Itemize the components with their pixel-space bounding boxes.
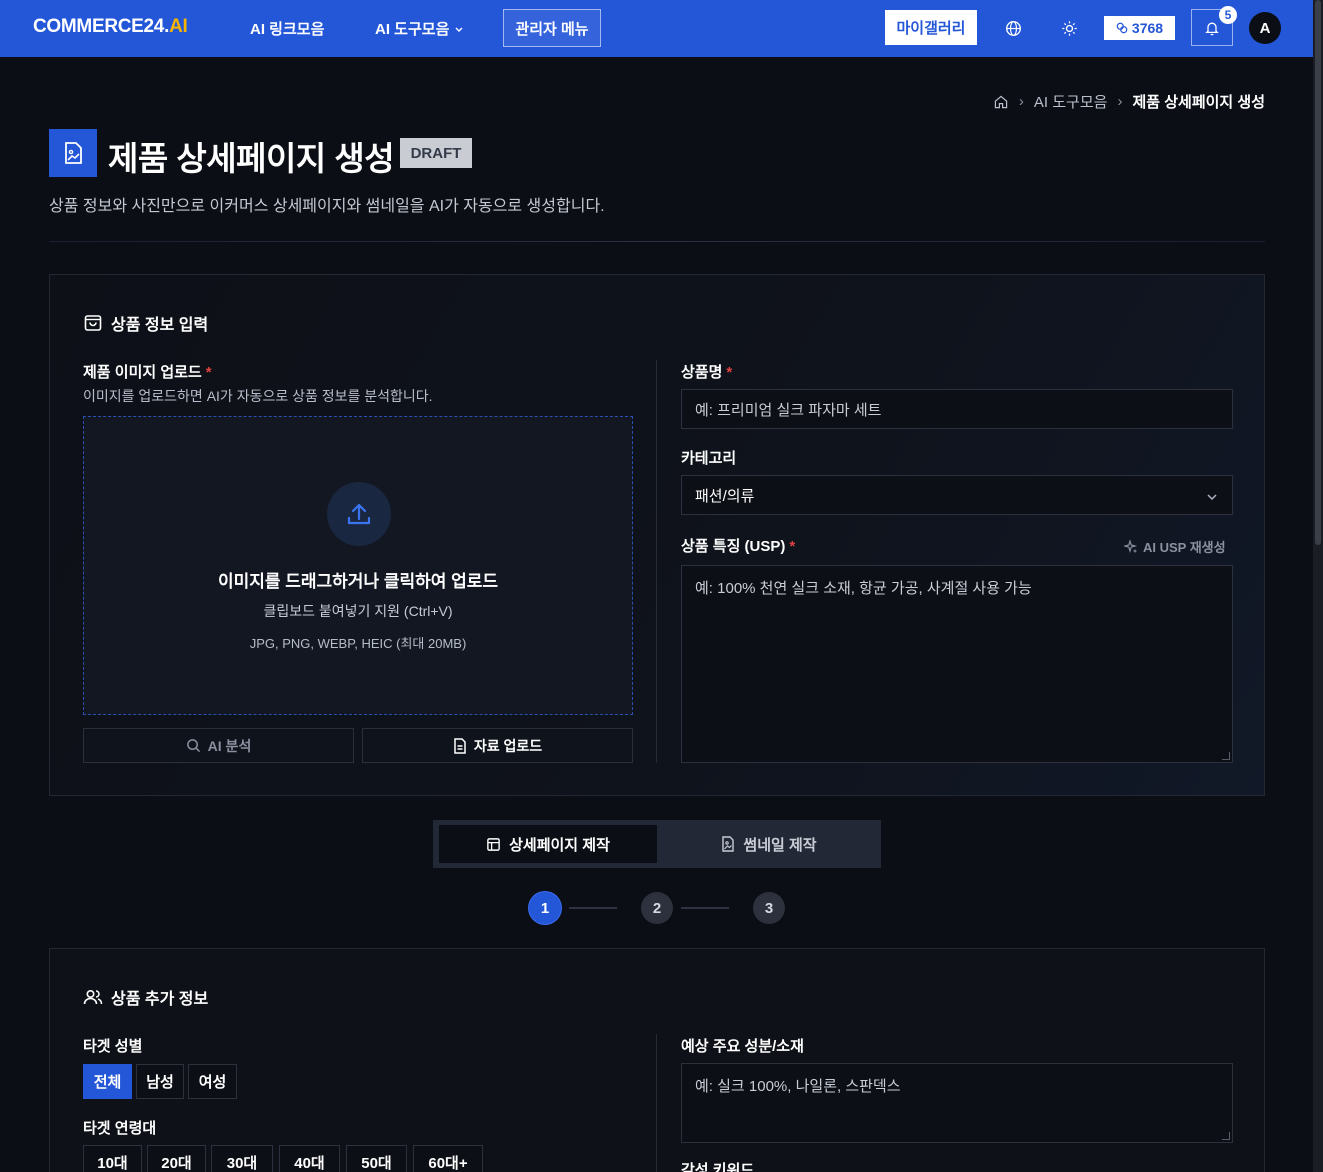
gender-option-female[interactable]: 여성 [188, 1064, 237, 1099]
search-icon [186, 739, 200, 753]
usp-textarea[interactable]: 예: 100% 천연 실크 소재, 항균 가공, 사계절 사용 가능 [681, 565, 1233, 763]
upload-icon [327, 482, 391, 546]
material-label: 예상 주요 성분/소재 [681, 1038, 804, 1055]
material-placeholder: 예: 실크 100%, 나일론, 스판덱스 [695, 1078, 901, 1095]
page-scrollbar-thumb[interactable] [1315, 0, 1321, 545]
step-connector [569, 907, 617, 909]
product-name-label: 상품명 * [681, 364, 733, 381]
chevron-down-icon [455, 27, 463, 32]
nav-ai-tool-collection[interactable]: AI 도구모음 [375, 18, 464, 39]
category-label: 카테고리 [681, 450, 737, 467]
notifications-button[interactable]: 5 [1191, 6, 1237, 46]
emotion-keyword-label: 감성 키워드 [681, 1162, 755, 1172]
sparkle-icon [1124, 539, 1138, 553]
notification-count-badge: 5 [1219, 6, 1237, 24]
user-avatar[interactable]: A [1249, 12, 1281, 44]
gender-option-all[interactable]: 전체 [83, 1064, 132, 1099]
shopping-bag-icon [84, 315, 102, 331]
step-3[interactable]: 3 [753, 892, 785, 924]
step-2[interactable]: 2 [641, 892, 673, 924]
age-option-60s-plus[interactable]: 60대+ [413, 1145, 483, 1172]
tab-thumbnail-label: 썸네일 제작 [743, 836, 817, 854]
tab-detail-page-label: 상세페이지 제작 [509, 836, 610, 854]
image-file-icon [722, 836, 735, 852]
breadcrumb-current: 제품 상세페이지 생성 [1132, 94, 1265, 111]
nav-ai-link-collection[interactable]: AI 링크모음 [250, 18, 324, 39]
ai-analyze-button[interactable]: AI 분석 [83, 728, 354, 763]
material-upload-button[interactable]: 자료 업로드 [362, 728, 633, 763]
age-option-30s[interactable]: 30대 [211, 1145, 273, 1172]
chevron-down-icon [1207, 494, 1217, 501]
extra-info-section-title-text: 상품 추가 정보 [111, 991, 209, 1008]
credit-balance[interactable]: 3768 [1104, 16, 1175, 40]
dropzone-clipboard-hint: 클립보드 붙여넣기 지원 (Ctrl+V) [263, 603, 453, 619]
breadcrumb-separator-icon: › [1117, 93, 1123, 110]
step-1[interactable]: 1 [529, 892, 561, 924]
image-file-icon [65, 142, 82, 164]
material-textarea[interactable]: 예: 실크 100%, 나일론, 스판덱스 [681, 1063, 1233, 1143]
draft-badge: DRAFT [400, 138, 472, 168]
page-title-icon [49, 129, 97, 177]
coins-icon [1116, 22, 1128, 34]
breadcrumb: › AI 도구모음 › 제품 상세페이지 생성 [993, 91, 1265, 112]
product-info-card: 상품 정보 입력 제품 이미지 업로드 * 이미지를 업로드하면 AI가 자동으로… [49, 274, 1265, 796]
age-option-10s[interactable]: 10대 [83, 1145, 142, 1172]
header-divider [49, 241, 1265, 242]
usp-placeholder: 예: 100% 천연 실크 소재, 항균 가공, 사계절 사용 가능 [695, 580, 1032, 597]
users-icon [83, 989, 103, 1005]
home-icon[interactable] [993, 94, 1009, 110]
column-divider [656, 360, 657, 763]
breadcrumb-separator-icon: › [1018, 93, 1024, 110]
dropzone-title: 이미지를 드래그하거나 클릭하여 업로드 [217, 572, 499, 591]
target-age-label: 타겟 연령대 [83, 1120, 157, 1137]
resize-handle-icon[interactable] [1222, 752, 1230, 760]
page-subtitle: 상품 정보와 사진만으로 이커머스 상세페이지와 썸네일을 AI가 자동으로 생… [49, 198, 605, 215]
layout-icon [487, 837, 500, 851]
ai-usp-regenerate-button[interactable]: AI USP 재생성 [1124, 537, 1226, 556]
image-dropzone[interactable]: 이미지를 드래그하거나 클릭하여 업로드 클립보드 붙여넣기 지원 (Ctrl+… [83, 416, 633, 715]
age-option-20s[interactable]: 20대 [147, 1145, 206, 1172]
ai-analyze-label: AI 분석 [207, 737, 252, 754]
material-upload-label: 자료 업로드 [473, 737, 543, 754]
tab-thumbnail[interactable]: 썸네일 제작 [663, 825, 875, 863]
image-upload-label: 제품 이미지 업로드 * [83, 364, 212, 381]
step-connector [681, 907, 729, 909]
document-icon [454, 737, 466, 754]
ai-usp-regenerate-label: AI USP 재생성 [1143, 540, 1226, 555]
age-option-40s[interactable]: 40대 [279, 1145, 340, 1172]
category-select-value: 패션/의류 [695, 487, 755, 505]
credit-value: 3768 [1131, 20, 1164, 36]
mode-tabs: 상세페이지 제작 썸네일 제작 [433, 820, 881, 868]
image-upload-help: 이미지를 업로드하면 AI가 자동으로 상품 정보를 분석합니다. [83, 388, 433, 404]
admin-menu-button[interactable]: 관리자 메뉴 [503, 9, 601, 47]
language-globe-icon[interactable] [1002, 17, 1024, 39]
extra-info-section-title: 상품 추가 정보 [83, 985, 208, 1009]
product-info-section-title-text: 상품 정보 입력 [111, 317, 209, 334]
usp-label: 상품 특징 (USP) * [681, 538, 796, 555]
age-option-50s[interactable]: 50대 [346, 1145, 407, 1172]
product-info-section-title: 상품 정보 입력 [83, 311, 208, 335]
nav-ai-tool-collection-label: AI 도구모음 [375, 21, 450, 38]
tab-detail-page[interactable]: 상세페이지 제작 [439, 825, 657, 863]
extra-info-card: 상품 추가 정보 타겟 성별 전체 남성 여성 타겟 연령대 10대 20대 3… [49, 948, 1265, 1172]
product-name-input[interactable]: 예: 프리미엄 실크 파자마 세트 [681, 389, 1233, 429]
logo[interactable]: COMMERCE24.AI [33, 16, 188, 38]
page-title: 제품 상세페이지 생성 [108, 140, 395, 177]
breadcrumb-ai-tools[interactable]: AI 도구모음 [1034, 91, 1108, 112]
bell-icon [1205, 22, 1219, 35]
dropzone-formats: JPG, PNG, WEBP, HEIC (최대 20MB) [249, 636, 467, 651]
theme-sun-icon[interactable] [1058, 17, 1080, 39]
column-divider [656, 1034, 657, 1172]
resize-handle-icon[interactable] [1222, 1132, 1230, 1140]
target-gender-label: 타겟 성별 [83, 1038, 143, 1055]
my-gallery-button[interactable]: 마이갤러리 [885, 10, 977, 45]
category-select[interactable]: 패션/의류 [681, 475, 1233, 515]
top-navbar: COMMERCE24.AI AI 링크모음 AI 도구모음 관리자 메뉴 마이갤… [0, 0, 1313, 57]
gender-option-male[interactable]: 남성 [136, 1064, 184, 1099]
